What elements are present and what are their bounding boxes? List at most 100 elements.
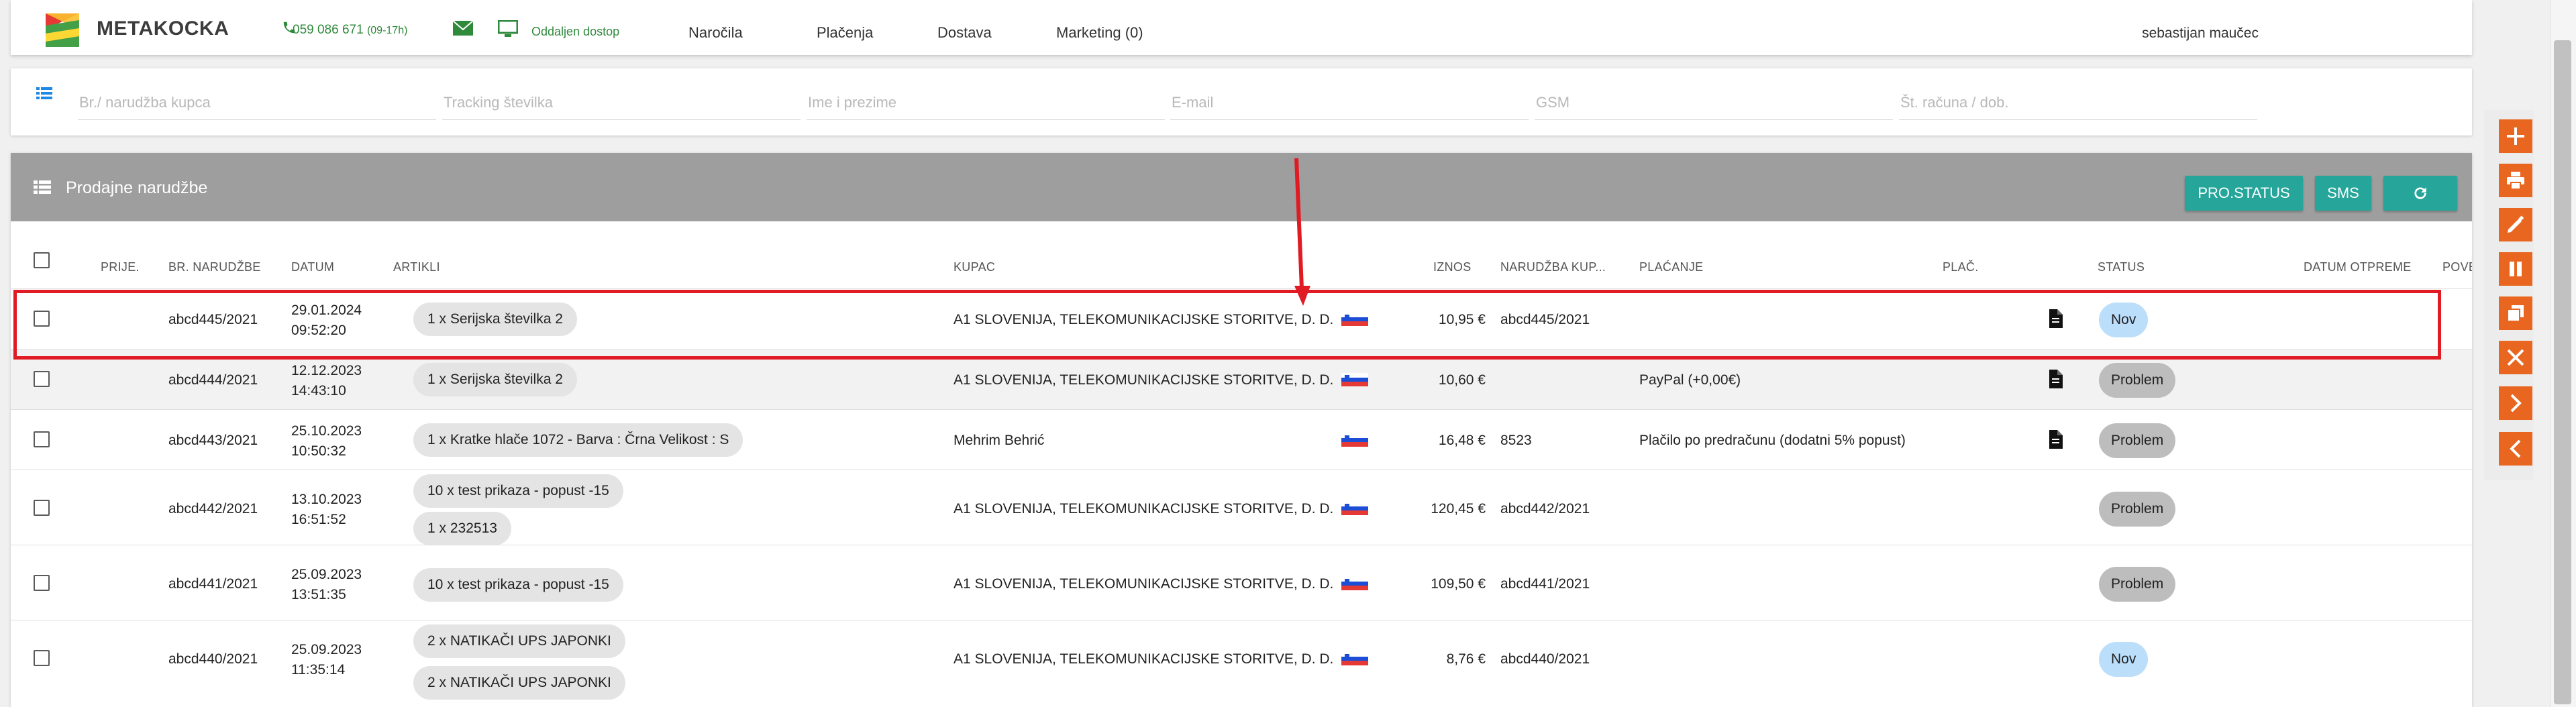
order-number-link[interactable]: abcd442/2021 [168,501,258,517]
table-row[interactable]: abcd442/2021 13.10.2023 16:51:52 10 x te… [11,470,2472,545]
add-button[interactable] [2499,119,2532,153]
customer-order-number: abcd440/2021 [1500,651,1590,667]
chevron-left-icon [2510,439,2521,458]
status-badge[interactable]: Problem [2099,567,2176,602]
col-header-order-number[interactable]: BR. NARUDŽBE [168,260,261,274]
status-badge[interactable]: Nov [2099,642,2149,677]
nav-marketing[interactable]: Marketing (0) [1056,24,1143,42]
refresh-icon [2414,187,2426,199]
order-time: 16:51:52 [291,512,346,527]
customer-name: A1 SLOVENIJA, TELEKOMUNIKACIJSKE STORITV… [954,372,1334,388]
order-time: 13:51:35 [291,587,346,602]
nav-payments[interactable]: Plačenja [817,24,873,42]
refresh-button[interactable] [2383,176,2457,211]
app-name[interactable]: METAKOCKA [97,17,229,40]
customer-name: Mehrim Behrić [954,433,1045,448]
next-button[interactable] [2499,386,2532,420]
col-header-payment[interactable]: PLAĆANJE [1639,260,1703,274]
top-navbar: METAKOCKA 059 086 671 (09-17h) Oddaljen … [11,0,2472,55]
print-icon [2507,172,2524,190]
list-icon [34,180,51,194]
tracking-number-input[interactable] [442,86,801,120]
name-input[interactable] [807,86,1165,120]
col-header-prije[interactable]: PRIJE. [101,260,140,274]
gsm-input[interactable] [1535,86,1893,120]
plus-icon [2507,127,2524,145]
order-amount: 8,76 € [1446,651,1486,667]
table-row[interactable]: abcd440/2021 25.09.2023 11:35:14 2 x NAT… [11,620,2472,707]
document-icon[interactable] [2048,370,2063,388]
nav-shipping[interactable]: Dostava [937,24,992,42]
col-header-amount[interactable]: IZNOS [1433,260,1472,274]
order-number-link[interactable]: abcd441/2021 [168,576,258,592]
customer-name: A1 SLOVENIJA, TELEKOMUNIKACIJSKE STORITV… [954,501,1334,516]
edit-button[interactable] [2499,208,2532,241]
payment-method: Plačilo po predračunu (dodatni 5% popust… [1639,433,1906,448]
order-date: 12.12.2023 [291,363,362,378]
support-phone[interactable]: 059 086 671 (09-17h) [293,23,407,38]
search-bar [11,68,2472,135]
phone-number: 059 086 671 [293,23,364,37]
pause-button[interactable] [2499,252,2532,286]
flag-si-icon [1341,502,1368,515]
sms-button[interactable]: SMS [2315,176,2371,211]
mail-icon[interactable] [452,20,474,36]
table-row[interactable]: abcd443/2021 25.10.2023 10:50:32 1 x Kra… [11,409,2472,470]
table-row[interactable]: abcd441/2021 25.09.2023 13:51:35 10 x te… [11,545,2472,620]
logo-icon [46,13,79,47]
col-header-pove[interactable]: POVE [2442,260,2472,274]
order-number-link[interactable]: abcd444/2021 [168,372,258,388]
order-number-input[interactable] [78,86,436,120]
document-icon[interactable] [2048,430,2063,449]
order-date: 25.09.2023 [291,567,362,582]
row-checkbox[interactable] [34,500,50,516]
row-checkbox[interactable] [34,575,50,591]
item-chip: 1 x 232513 [413,512,511,545]
order-date: 25.10.2023 [291,423,362,439]
status-badge[interactable]: Problem [2099,492,2176,527]
scrollbar-thumb[interactable] [2554,40,2571,704]
nav-orders[interactable]: Naročila [688,24,743,42]
customer-order-number: 8523 [1500,433,1532,448]
order-amount: 109,50 € [1431,576,1486,592]
payment-method: PayPal (+0,00€) [1639,372,1741,388]
delete-button[interactable] [2499,341,2532,374]
print-button[interactable] [2499,164,2532,197]
user-menu[interactable]: sebastijan maučec [2142,25,2259,42]
row-checkbox[interactable] [34,650,50,666]
invoice-number-input[interactable] [1899,86,2257,120]
col-header-customer[interactable]: KUPAC [954,260,995,274]
order-number-link[interactable]: abcd440/2021 [168,651,258,667]
select-all-checkbox[interactable] [34,252,50,268]
previous-button[interactable] [2499,432,2532,466]
copy-button[interactable] [2499,296,2532,330]
pro-status-button[interactable]: PRO.STATUS [2185,176,2303,211]
flag-si-icon [1341,433,1368,447]
monitor-icon[interactable] [498,20,518,38]
col-header-status[interactable]: STATUS [2098,260,2145,274]
item-chip: 1 x Serijska številka 2 [413,363,577,396]
col-header-items[interactable]: ARTIKLI [393,260,440,274]
sales-orders-panel: Prodajne narudžbe PRO.STATUS SMS PRIJE. … [11,153,2472,707]
copy-icon [2507,305,2524,322]
status-badge[interactable]: Problem [2099,423,2176,458]
item-chip: 1 x Kratke hlače 1072 - Barva : Črna Vel… [413,423,743,457]
list-icon[interactable] [36,86,52,101]
status-badge[interactable]: Problem [2099,363,2176,398]
col-header-customer-order[interactable]: NARUDŽBA KUP... [1500,260,1606,274]
pause-icon [2510,262,2522,276]
row-checkbox[interactable] [34,371,50,387]
item-chip: 2 x NATIKAČI UPS JAPONKI [413,624,625,658]
row-checkbox[interactable] [34,431,50,447]
col-header-date[interactable]: DATUM [291,260,334,274]
remote-access-link[interactable]: Oddaljen dostop [531,25,619,39]
flag-si-icon [1341,373,1368,386]
col-header-ship-date[interactable]: DATUM OTPREME [2304,260,2412,274]
order-number-link[interactable]: abcd443/2021 [168,433,258,449]
email-input[interactable] [1170,86,1529,120]
item-chip: 10 x test prikaza - popust -15 [413,568,623,602]
customer-order-number: abcd441/2021 [1500,576,1590,592]
col-header-paid[interactable]: PLAČ. [1943,260,1979,274]
order-time: 11:35:14 [291,662,346,677]
customer-name: A1 SLOVENIJA, TELEKOMUNIKACIJSKE STORITV… [954,576,1334,592]
